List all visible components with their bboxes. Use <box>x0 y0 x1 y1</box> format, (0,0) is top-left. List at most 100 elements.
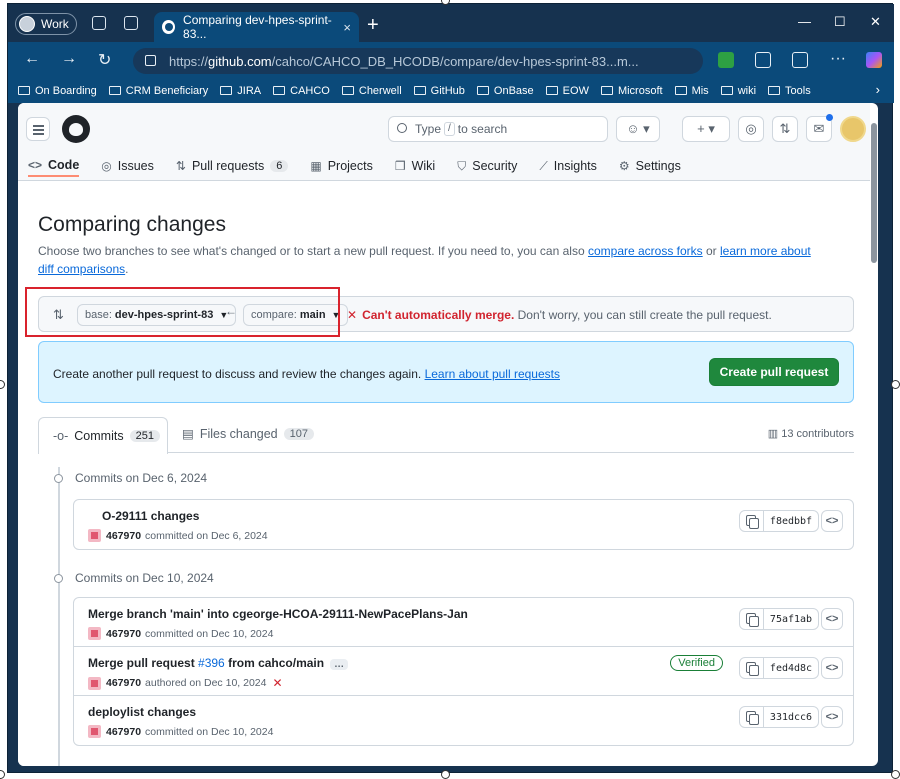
bookmark-folder[interactable]: CRM Beneficiary <box>108 85 208 97</box>
commit-author[interactable]: 467970 <box>106 677 141 689</box>
window-close-button[interactable]: ✕ <box>870 14 881 30</box>
user-avatar[interactable] <box>840 116 866 142</box>
commit-sha-link[interactable]: 331dcc6 <box>764 712 818 723</box>
back-button[interactable]: ← <box>24 50 40 68</box>
bookmark-folder[interactable]: On Boarding <box>18 85 97 97</box>
copilot-button[interactable]: ☺ ▾ <box>616 116 660 142</box>
page-scrollbar[interactable] <box>870 113 878 758</box>
pull-requests-icon[interactable]: ⇅ <box>772 116 798 142</box>
create-pull-request-button[interactable]: Create pull request <box>709 358 839 386</box>
bookmarks-overflow-icon[interactable]: › <box>876 82 880 97</box>
compare-across-forks-link[interactable]: compare across forks <box>588 244 703 258</box>
commit-author[interactable]: 467970 <box>106 628 141 640</box>
resize-handle[interactable] <box>0 380 5 389</box>
bookmark-folder[interactable]: wiki <box>720 85 756 97</box>
tab-label: Commits <box>74 429 124 443</box>
bookmark-folder[interactable]: OnBase <box>476 85 534 97</box>
author-avatar <box>88 676 101 690</box>
favorites-icon[interactable] <box>792 52 808 68</box>
bookmark-folder[interactable]: Mis <box>674 85 709 97</box>
commit-author[interactable]: 467970 <box>106 726 141 738</box>
bookmark-folder[interactable]: Tools <box>768 85 811 97</box>
x-icon: ✕ <box>347 308 358 322</box>
description-text: or <box>702 244 721 258</box>
create-new-button[interactable]: + ▾ <box>682 116 730 142</box>
contributors-link[interactable]: ▥ 13 contributors <box>768 427 854 440</box>
commit-sha-link[interactable]: f8edbbf <box>764 516 818 527</box>
tab-actions-icon[interactable] <box>124 16 138 30</box>
puzzle-icon[interactable] <box>755 52 771 68</box>
commit-message[interactable]: O-29111 changes <box>102 509 199 523</box>
browse-code-button[interactable]: <> <box>821 510 843 532</box>
bookmark-folder[interactable]: CAHCO <box>273 85 330 97</box>
copy-icon[interactable] <box>740 658 764 678</box>
copy-icon[interactable] <box>740 609 764 629</box>
maximize-button[interactable]: ☐ <box>834 14 846 30</box>
repo-nav: <> Code ◎ Issues ⇅ Pull requests 6 ▦ Projects… <box>18 155 703 181</box>
tab-label: Files changed <box>199 426 278 441</box>
tab-settings[interactable]: ⚙ Settings <box>619 155 681 177</box>
verified-badge[interactable]: Verified <box>670 655 723 671</box>
extension-icon[interactable] <box>718 52 734 68</box>
tab-commits[interactable]: -o- Commits 251 <box>38 417 168 454</box>
learn-about-pull-requests-link[interactable]: Learn about pull requests <box>425 367 560 381</box>
checks-failed-icon[interactable]: ✕ <box>272 676 282 690</box>
copilot-icon[interactable] <box>866 52 882 68</box>
tab-label: Code <box>48 158 80 172</box>
tab-projects[interactable]: ▦ Projects <box>310 155 373 177</box>
resize-handle[interactable] <box>891 380 900 389</box>
tab-pull-requests[interactable]: ⇅ Pull requests 6 <box>176 155 289 177</box>
workspaces-icon[interactable] <box>92 16 106 30</box>
profile-button[interactable]: Work <box>15 13 77 35</box>
files-changed-count: 107 <box>283 427 314 440</box>
copy-icon[interactable] <box>740 707 764 727</box>
minimize-button[interactable]: — <box>798 14 811 29</box>
tab-security[interactable]: ⛉ Security <box>457 155 517 177</box>
active-tab[interactable]: Comparing dev-hpes-sprint-83... × <box>154 12 359 42</box>
pull-requests-count: 6 <box>270 160 289 172</box>
info-banner: Create another pull request to discuss a… <box>38 341 854 403</box>
address-bar[interactable]: https://github.com/cahco/CAHCO_DB_HCODB/… <box>133 48 703 74</box>
commit-date: authored on Dec 10, 2024 <box>145 677 267 689</box>
browse-code-button[interactable]: <> <box>821 657 843 679</box>
commit-author[interactable]: 467970 <box>106 530 141 542</box>
graph-icon: ⟋ <box>539 158 548 173</box>
bookmark-folder[interactable]: GitHub <box>413 85 465 97</box>
tab-close-button[interactable]: × <box>343 20 351 35</box>
commit-message[interactable]: Merge pull request #396 from cahco/main… <box>88 656 349 670</box>
copy-icon[interactable] <box>740 511 764 531</box>
refresh-button[interactable]: ↻ <box>98 50 111 70</box>
scrollbar-thumb[interactable] <box>871 123 877 263</box>
expand-message-button[interactable]: … <box>330 659 349 670</box>
commit-sha-link[interactable]: 75af1ab <box>764 614 818 625</box>
tab-code[interactable]: <> Code <box>28 155 80 177</box>
commit-message[interactable]: Merge branch 'main' into cgeorge-HCOA-29… <box>88 607 468 621</box>
new-tab-button[interactable]: + <box>367 14 379 37</box>
more-menu-icon[interactable]: ··· <box>830 50 846 68</box>
tab-wiki[interactable]: ❒ Wiki <box>395 155 435 177</box>
tab-label: Wiki <box>411 159 436 173</box>
forward-button[interactable]: → <box>61 50 77 68</box>
banner-message: Create another pull request to discuss a… <box>53 367 425 381</box>
tab-issues[interactable]: ◎ Issues <box>101 155 154 177</box>
bookmark-folder[interactable]: EOW <box>545 85 589 97</box>
pull-request-link[interactable]: #396 <box>198 656 225 670</box>
bookmark-folder[interactable]: JIRA <box>220 85 261 97</box>
profile-avatar <box>19 16 35 32</box>
commit-message[interactable]: deploylist changes <box>88 705 196 719</box>
bookmark-label: Cherwell <box>358 84 402 97</box>
bookmark-folder[interactable]: Cherwell <box>341 84 402 97</box>
tab-insights[interactable]: ⟋ Insights <box>539 155 597 177</box>
bookmark-folder[interactable]: Microsoft <box>600 85 663 97</box>
tab-files-changed[interactable]: ▤ Files changed 107 <box>182 426 314 441</box>
tab-label: Settings <box>635 159 681 173</box>
browse-code-button[interactable]: <> <box>821 706 843 728</box>
browse-code-button[interactable]: <> <box>821 608 843 630</box>
commit-sha-link[interactable]: fed4d8c <box>764 663 818 674</box>
hamburger-menu-button[interactable] <box>26 117 50 141</box>
sha-group: 331dcc6 <box>739 706 819 728</box>
search-input[interactable]: Type / to search <box>388 116 608 142</box>
issues-icon[interactable]: ◎ <box>738 116 764 142</box>
github-logo-icon[interactable] <box>62 115 90 143</box>
commit-row: deploylist changes 467970 committed on De… <box>74 696 853 745</box>
